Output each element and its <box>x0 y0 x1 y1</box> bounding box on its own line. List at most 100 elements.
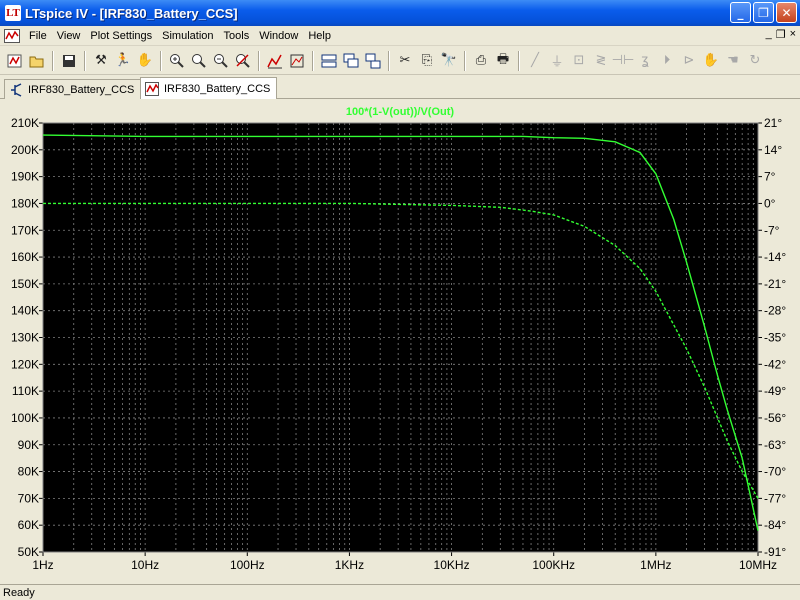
label-icon[interactable]: ⊡ <box>568 50 590 72</box>
y2-tick-label: -77° <box>764 491 786 505</box>
save-icon[interactable] <box>58 50 80 72</box>
tile-horizontal-icon[interactable] <box>318 50 340 72</box>
document-tabs: IRF830_Battery_CCS IRF830_Battery_CCS <box>0 77 800 99</box>
cut-icon[interactable]: ✂ <box>394 50 416 72</box>
y2-tick-label: 0° <box>764 196 776 210</box>
schematic-icon <box>9 82 23 97</box>
capacitor-icon[interactable]: ⊣⊢ <box>612 50 635 72</box>
open-file-icon[interactable] <box>26 50 48 72</box>
y-tick-label: 90K <box>18 438 39 452</box>
y-tick-label: 80K <box>18 465 39 479</box>
y2-tick-label: -42° <box>764 357 786 371</box>
mdi-minimize-button[interactable]: _ <box>766 28 772 41</box>
y2-tick-label: -35° <box>764 331 786 345</box>
mdi-restore-button[interactable]: ❐ <box>776 28 786 41</box>
y-tick-label: 50K <box>18 545 39 559</box>
y-tick-label: 200K <box>11 143 39 157</box>
title-bar[interactable]: LT LTspice IV - [IRF830_Battery_CCS] _ ❐… <box>0 0 800 26</box>
y-tick-label: 120K <box>11 357 39 371</box>
status-bar: Ready <box>0 584 800 600</box>
x-tick-label: 10MHz <box>739 558 777 572</box>
y-tick-label: 100K <box>11 411 39 425</box>
tab-schematic[interactable]: IRF830_Battery_CCS <box>4 79 142 99</box>
move-icon[interactable]: ✋ <box>700 50 722 72</box>
menu-simulation[interactable]: Simulation <box>157 30 218 42</box>
y-tick-label: 150K <box>11 277 39 291</box>
menu-file[interactable]: File <box>24 30 52 42</box>
close-button[interactable]: ✕ <box>776 2 797 23</box>
bode-plot[interactable]: 1Hz 10Hz 100Hz 1KHz 10KHz 100KHz 1MHz 10MHz 50K -… <box>0 100 800 584</box>
zoom-out-icon[interactable] <box>210 50 232 72</box>
toolbar-separator <box>388 50 390 71</box>
y2-tick-label: -14° <box>764 250 786 264</box>
tile-windows-icon[interactable] <box>362 50 384 72</box>
menu-plot-settings[interactable]: Plot Settings <box>85 30 157 42</box>
tab-label: IRF830_Battery_CCS <box>164 82 271 95</box>
x-tick-label: 100Hz <box>230 558 265 572</box>
ltspice-app-icon[interactable]: LT <box>5 5 21 21</box>
toolbar-separator <box>160 50 162 71</box>
maximize-button[interactable]: ❐ <box>753 2 774 23</box>
x-tick-label: 1KHz <box>335 558 364 572</box>
zoom-area-icon[interactable] <box>188 50 210 72</box>
minimize-button[interactable]: _ <box>730 2 751 23</box>
x-tick-label: 100KHz <box>532 558 575 572</box>
fit-icon[interactable] <box>286 50 308 72</box>
y-tick-label: 60K <box>18 518 39 532</box>
open-schematic-icon[interactable] <box>4 50 26 72</box>
x-tick-label: 1Hz <box>32 558 53 572</box>
plot-area <box>43 123 758 552</box>
wire-icon[interactable]: ╱ <box>524 50 546 72</box>
zoom-in-icon[interactable] <box>166 50 188 72</box>
tab-waveform[interactable]: IRF830_Battery_CCS <box>140 77 278 99</box>
menu-view[interactable]: View <box>52 30 86 42</box>
hammer-icon[interactable]: ⚒ <box>90 50 112 72</box>
y2-tick-label: -70° <box>764 465 786 479</box>
y2-tick-label: -84° <box>764 518 786 532</box>
y-tick-label: 190K <box>11 170 39 184</box>
menu-bar: File View Plot Settings Simulation Tools… <box>0 26 800 46</box>
drag-icon[interactable]: ☚ <box>722 50 744 72</box>
waveform-doc-icon[interactable] <box>3 28 21 44</box>
toolbar-separator <box>52 50 54 71</box>
autorange-icon[interactable] <box>264 50 286 72</box>
menu-tools[interactable]: Tools <box>219 30 255 42</box>
menu-window[interactable]: Window <box>254 30 303 42</box>
waveform-icon <box>145 81 159 96</box>
diode-icon[interactable]: ⏵ <box>656 50 678 72</box>
y2-tick-label: -28° <box>764 304 786 318</box>
toolbar-separator <box>518 50 520 71</box>
copy-icon[interactable]: ⎘ <box>416 50 438 72</box>
x-tick-label: 10Hz <box>131 558 159 572</box>
toolbar-separator <box>312 50 314 71</box>
x-tick-label: 10KHz <box>434 558 470 572</box>
cancel-zoom-icon[interactable] <box>232 50 254 72</box>
pan-hand-icon[interactable]: ✋ <box>134 50 156 72</box>
y-tick-label: 160K <box>11 250 39 264</box>
ground-icon[interactable]: ⏚ <box>546 50 568 72</box>
y-tick-label: 110K <box>12 384 39 398</box>
y2-tick-label: -91° <box>764 545 786 559</box>
print-icon[interactable]: 🖶 <box>492 50 514 72</box>
menu-help[interactable]: Help <box>303 30 336 42</box>
toolbar-separator <box>464 50 466 71</box>
y2-tick-label: -63° <box>764 438 786 452</box>
y2-tick-label: -49° <box>764 384 786 398</box>
tab-label: IRF830_Battery_CCS <box>28 83 135 96</box>
toolbar-separator <box>258 50 260 71</box>
resistor-icon[interactable]: ≷ <box>590 50 612 72</box>
inductor-icon[interactable]: ʓ <box>634 50 656 72</box>
rotate-icon[interactable]: ↻ <box>744 50 766 72</box>
toolbar: ⚒ 🏃 ✋ ✂ ⎘ 🔭 ⎙ 🖶 ╱ ⏚ ⊡ ≷ ⊣⊢ ʓ ⏵ ⊳ ✋ ☚ ↻ <box>0 47 800 75</box>
find-icon[interactable]: 🔭 <box>438 50 460 72</box>
print-setup-icon[interactable]: ⎙ <box>470 50 492 72</box>
run-icon[interactable]: 🏃 <box>112 50 134 72</box>
ltspice-window: LT LTspice IV - [IRF830_Battery_CCS] _ ❐… <box>0 0 800 600</box>
y-tick-label: 130K <box>11 331 39 345</box>
mdi-close-button[interactable]: × <box>790 28 796 41</box>
cascade-icon[interactable] <box>340 50 362 72</box>
x-tick-label: 1MHz <box>640 558 671 572</box>
y2-tick-label: 7° <box>764 170 776 184</box>
component-icon[interactable]: ⊳ <box>678 50 700 72</box>
trace-expression-label[interactable]: 100*(1-V(out))/V(Out) <box>0 106 800 118</box>
